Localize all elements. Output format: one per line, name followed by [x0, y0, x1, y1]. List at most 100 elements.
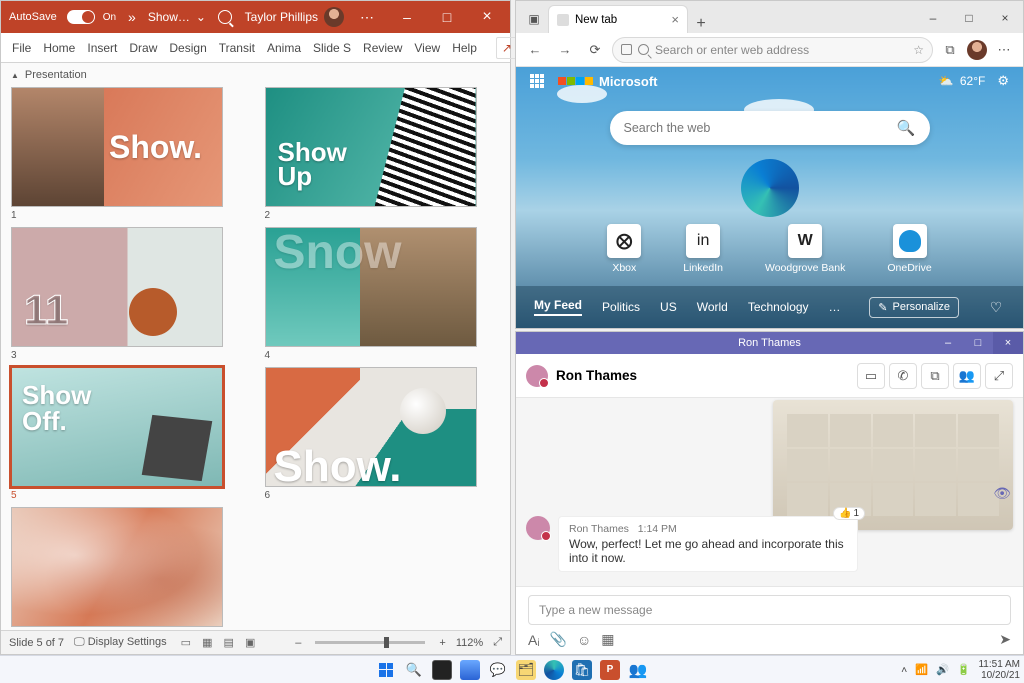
- search-icon[interactable]: 🔍: [404, 660, 424, 680]
- ribbon-tab[interactable]: Anima: [262, 35, 306, 61]
- contact-avatar-icon[interactable]: [526, 365, 548, 387]
- collections-icon[interactable]: ⧉: [937, 37, 963, 63]
- taskbar-clock[interactable]: 11:51 AM 10/20/21: [978, 659, 1020, 681]
- tab-actions-icon[interactable]: ▣: [520, 5, 548, 33]
- ribbon-tab[interactable]: Home: [38, 35, 80, 61]
- quicklink[interactable]: in LinkedIn: [683, 224, 723, 274]
- restore-button[interactable]: □: [430, 9, 464, 25]
- restore-button[interactable]: □: [951, 3, 987, 33]
- feed-nav-item[interactable]: US: [660, 300, 677, 314]
- powerpoint-app-icon[interactable]: P: [600, 660, 620, 680]
- ribbon-tab[interactable]: Insert: [82, 35, 122, 61]
- emoji-icon[interactable]: ☺: [577, 632, 591, 648]
- minimize-button[interactable]: –: [915, 3, 951, 33]
- ribbon-tab[interactable]: View: [409, 35, 445, 61]
- wifi-icon[interactable]: 📶: [915, 663, 928, 676]
- feed-nav-more-icon[interactable]: …: [829, 300, 841, 314]
- page-settings-icon[interactable]: ⚙: [997, 73, 1009, 89]
- message-bubble[interactable]: Ron Thames 1:14 PM Wow, perfect! Let me …: [558, 516, 858, 572]
- reading-view-icon[interactable]: ▤: [220, 637, 238, 649]
- minimize-button[interactable]: –: [390, 9, 424, 25]
- compose-input[interactable]: Type a new message: [528, 595, 1011, 625]
- ribbon-tab[interactable]: Help: [447, 35, 482, 61]
- close-button[interactable]: ×: [470, 8, 504, 26]
- battery-icon[interactable]: 🔋: [957, 663, 970, 676]
- video-call-icon[interactable]: ▭: [857, 363, 885, 389]
- taskview-icon[interactable]: [432, 660, 452, 680]
- quickaccess-more-icon[interactable]: »: [128, 9, 136, 25]
- signed-in-user[interactable]: Taylor Phillips: [245, 10, 318, 24]
- chat-icon[interactable]: 💬: [488, 660, 508, 680]
- personalize-button[interactable]: ✎ Personalize: [869, 297, 959, 318]
- ribbon-tab[interactable]: Transit: [214, 35, 260, 61]
- contact-name[interactable]: Ron Thames: [556, 368, 637, 383]
- slide-thumb[interactable]: 11 3: [11, 227, 247, 361]
- notifications-icon[interactable]: ♡: [987, 299, 1005, 316]
- display-settings-button[interactable]: 🖵 Display Settings: [74, 636, 167, 649]
- tray-chevron-icon[interactable]: ˄: [901, 664, 907, 676]
- site-info-icon[interactable]: [621, 44, 632, 55]
- zoom-in-button[interactable]: +: [439, 637, 445, 649]
- autosave-toggle[interactable]: [67, 10, 95, 24]
- normal-view-icon[interactable]: ▭: [177, 637, 195, 649]
- ribbon-tab[interactable]: Slide S: [308, 35, 356, 61]
- slide-thumb[interactable]: Show. 6: [265, 367, 501, 501]
- close-button[interactable]: ×: [987, 3, 1023, 33]
- weather-widget[interactable]: ⛅ 62°F: [939, 74, 985, 88]
- gif-icon[interactable]: ▦: [601, 631, 614, 648]
- send-button[interactable]: ➤: [999, 631, 1011, 648]
- message-avatar-icon[interactable]: [526, 516, 550, 540]
- ribbon-tab[interactable]: File: [7, 35, 36, 61]
- document-menu-caret-icon[interactable]: ⌄: [196, 10, 206, 24]
- zoom-percent[interactable]: 112%: [456, 637, 483, 649]
- feed-nav-item[interactable]: Technology: [748, 300, 809, 314]
- screenshare-icon[interactable]: ⧉: [921, 363, 949, 389]
- search-icon[interactable]: [218, 10, 232, 24]
- format-icon[interactable]: Aᵢ: [528, 632, 540, 648]
- add-people-icon[interactable]: 👥: [953, 363, 981, 389]
- document-name[interactable]: Show…: [148, 10, 190, 24]
- collapse-arrow-icon[interactable]: ▲: [11, 71, 19, 80]
- forward-button[interactable]: →: [552, 37, 578, 63]
- quicklink[interactable]: ⨂ Xbox: [607, 224, 641, 274]
- section-header[interactable]: ▲ Presentation: [1, 63, 510, 83]
- feed-nav-item[interactable]: My Feed: [534, 298, 582, 316]
- restore-button[interactable]: □: [963, 332, 993, 354]
- ribbon-tab[interactable]: Review: [358, 35, 407, 61]
- feed-nav-item[interactable]: World: [697, 300, 728, 314]
- popout-icon[interactable]: ⤢: [985, 363, 1013, 389]
- zoom-slider[interactable]: [315, 641, 425, 644]
- slide-thumb[interactable]: Show. 1: [11, 87, 247, 221]
- search-submit-icon[interactable]: 🔍: [897, 119, 916, 137]
- zoom-out-button[interactable]: –: [295, 637, 301, 649]
- explorer-icon[interactable]: 🗂: [516, 660, 536, 680]
- fit-to-window-icon[interactable]: ⤢: [493, 636, 502, 649]
- image-message[interactable]: [773, 400, 1013, 530]
- new-tab-button[interactable]: +: [688, 15, 714, 33]
- attach-icon[interactable]: 📎: [550, 631, 567, 648]
- slide-thumb[interactable]: 7: [11, 507, 247, 630]
- feed-nav-item[interactable]: Politics: [602, 300, 640, 314]
- slide-thumb[interactable]: Show Up 2: [265, 87, 501, 221]
- widgets-icon[interactable]: [460, 660, 480, 680]
- edge-app-icon[interactable]: [544, 660, 564, 680]
- start-button[interactable]: [376, 660, 396, 680]
- ribbon-overflow-icon[interactable]: ⋯: [350, 9, 384, 26]
- close-button[interactable]: ×: [993, 332, 1023, 354]
- audio-call-icon[interactable]: ✆: [889, 363, 917, 389]
- slideshow-view-icon[interactable]: ▣: [241, 637, 259, 649]
- favorite-icon[interactable]: ☆: [913, 43, 924, 57]
- back-button[interactable]: ←: [522, 37, 548, 63]
- ribbon-tab[interactable]: Design: [164, 35, 211, 61]
- web-search-box[interactable]: Search the web 🔍: [610, 111, 930, 145]
- teams-app-icon[interactable]: 👥: [628, 660, 648, 680]
- refresh-button[interactable]: ⟳: [582, 37, 608, 63]
- minimize-button[interactable]: –: [933, 332, 963, 354]
- quicklink[interactable]: OneDrive: [887, 224, 931, 274]
- close-tab-icon[interactable]: ×: [671, 12, 679, 27]
- quicklink[interactable]: W Woodgrove Bank: [765, 224, 845, 274]
- slide-thumb[interactable]: Show Off. 5: [11, 367, 247, 501]
- ribbon-tab[interactable]: Draw: [124, 35, 162, 61]
- message-reaction[interactable]: 👍 1: [833, 507, 865, 520]
- user-avatar-icon[interactable]: [324, 7, 344, 27]
